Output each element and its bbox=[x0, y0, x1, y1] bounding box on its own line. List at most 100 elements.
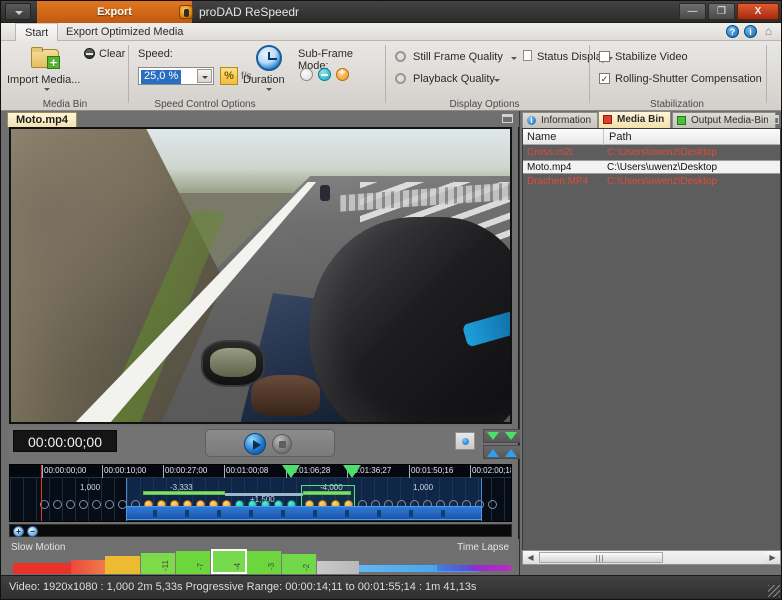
media-bin-horizontal-scrollbar[interactable]: ◀ ▶ bbox=[522, 550, 781, 565]
row-name: Cross.m2t bbox=[527, 146, 573, 160]
speed-input[interactable]: 25,0 % bbox=[138, 67, 214, 85]
scrollbar-thumb[interactable] bbox=[539, 552, 663, 563]
home-icon[interactable]: ⌂ bbox=[762, 25, 775, 38]
application-window: Export proDAD ReSpeedr — ❐ X Start Expor… bbox=[0, 0, 782, 600]
tab-information-label: Information bbox=[541, 115, 591, 126]
speed-input-value[interactable]: 25,0 % bbox=[141, 70, 181, 84]
curve-segment-green-1[interactable]: -11 bbox=[141, 553, 176, 574]
clock-icon[interactable] bbox=[256, 45, 282, 71]
clear-button[interactable]: Clear bbox=[99, 48, 125, 60]
speed-curve-segment-2[interactable] bbox=[225, 493, 303, 496]
stop-button[interactable] bbox=[272, 434, 292, 454]
preview-glove bbox=[251, 375, 321, 416]
row-path: C:\Users\uwenz\Desktop bbox=[607, 161, 717, 175]
playback-quality-chevron-down-icon[interactable] bbox=[494, 79, 500, 82]
resize-grip-icon[interactable] bbox=[768, 585, 780, 597]
preview-maximize-icon[interactable] bbox=[502, 114, 513, 123]
tab-export-optimized-media[interactable]: Export Optimized Media bbox=[57, 23, 192, 41]
ruler-label-6: 00:01:50;16 bbox=[409, 466, 453, 475]
red-square-icon bbox=[603, 115, 612, 124]
clear-icon[interactable] bbox=[84, 48, 95, 59]
row-path: C:\Users\uwenz\Desktop bbox=[607, 146, 717, 160]
video-preview[interactable] bbox=[9, 127, 512, 424]
status-text: Video: 1920x1080 : 1,000 2m 5,33s Progre… bbox=[9, 581, 476, 593]
duration-chevron-down-icon[interactable] bbox=[266, 88, 272, 91]
set-range-in-button[interactable] bbox=[483, 429, 523, 443]
still-frame-quality-button[interactable]: Still Frame Quality bbox=[413, 51, 503, 63]
slow-motion-label: Slow Motion bbox=[11, 542, 65, 553]
timeline-clip-strip[interactable] bbox=[126, 506, 482, 520]
ribbon-group-stabilization: Stabilize Video ✓ Rolling-Shutter Compen… bbox=[591, 41, 771, 111]
curve-value-3: -3 bbox=[267, 563, 276, 570]
quick-access-toolbar-button[interactable] bbox=[5, 3, 31, 20]
scroll-right-arrow-icon[interactable]: ▶ bbox=[765, 551, 780, 564]
percent-unit-toggle-button[interactable]: % bbox=[220, 67, 238, 85]
mark-out-up-icon bbox=[505, 449, 517, 457]
curve-segment-green-3[interactable]: -3 bbox=[247, 551, 282, 574]
editor-panel: Moto.mp4 00:00:00;00 bbox=[1, 111, 519, 577]
sub-frame-mode-off-radio[interactable] bbox=[300, 68, 313, 81]
table-row[interactable]: Drachen.MP4 C:\Users\uwenz\Desktop bbox=[523, 175, 780, 189]
range-marker-in[interactable] bbox=[282, 465, 300, 478]
close-button[interactable]: X bbox=[737, 3, 779, 20]
title-bar: Export proDAD ReSpeedr — ❐ X bbox=[1, 1, 782, 23]
curve-segment-magenta[interactable] bbox=[471, 565, 511, 571]
curve-segment-green-4[interactable]: -2 bbox=[282, 554, 317, 574]
timeline[interactable]: 00:00:00;00 00:00:10;00 00:00:27;00 00:0… bbox=[9, 464, 512, 522]
maximize-button[interactable]: ❐ bbox=[708, 3, 735, 20]
speed-curve-segment-1[interactable] bbox=[143, 491, 225, 495]
zoom-in-icon[interactable]: + bbox=[13, 526, 24, 537]
stabilize-video-checkbox[interactable] bbox=[599, 51, 610, 62]
zoom-out-icon[interactable]: − bbox=[27, 526, 38, 537]
preview-tab-moto[interactable]: Moto.mp4 bbox=[7, 112, 77, 127]
speed-dropdown-button[interactable] bbox=[197, 69, 212, 83]
column-header-name[interactable]: Name bbox=[523, 129, 556, 145]
folder-add-icon: + bbox=[31, 47, 61, 69]
curve-segment-red[interactable] bbox=[13, 563, 71, 574]
tab-media-bin[interactable]: Media Bin bbox=[598, 111, 671, 128]
group-title-display-options: Display Options bbox=[387, 99, 582, 110]
timeline-playhead[interactable] bbox=[41, 465, 42, 522]
table-row[interactable]: Moto.mp4 C:\Users\uwenz\Desktop bbox=[523, 160, 780, 174]
speed-label-4: 1,000 bbox=[413, 483, 433, 492]
row-path: C:\Users\uwenz\Desktop bbox=[607, 175, 717, 189]
import-media-chevron-down-icon[interactable] bbox=[44, 88, 50, 91]
stop-icon bbox=[279, 441, 286, 448]
range-marker-out[interactable] bbox=[343, 465, 361, 478]
curve-segment-grey[interactable] bbox=[317, 561, 359, 574]
tab-start[interactable]: Start bbox=[15, 23, 58, 41]
record-marker-button[interactable] bbox=[455, 432, 475, 450]
import-media-button[interactable]: Import Media... bbox=[7, 74, 80, 86]
ribbon-group-display-options: Still Frame Quality Status Display Playb… bbox=[387, 41, 590, 111]
ribbon-toolbar: + Import Media... Clear Media Bin Speed:… bbox=[1, 41, 782, 111]
export-tab-button[interactable]: Export bbox=[37, 1, 192, 23]
group-title-speed-control: Speed Control Options bbox=[75, 99, 335, 110]
curve-segment-green-selected[interactable]: -4 bbox=[211, 549, 247, 574]
column-header-path[interactable]: Path bbox=[605, 129, 632, 145]
sub-frame-mode-flow-radio[interactable] bbox=[336, 68, 349, 81]
gear-icon bbox=[395, 51, 406, 62]
minimize-button[interactable]: — bbox=[679, 3, 706, 20]
info-icon[interactable]: i bbox=[744, 25, 757, 38]
table-row[interactable]: Cross.m2t C:\Users\uwenz\Desktop bbox=[523, 146, 780, 160]
info-icon: i bbox=[527, 116, 536, 125]
set-range-out-button[interactable] bbox=[483, 445, 523, 459]
group-title-stabilization: Stabilization bbox=[591, 99, 763, 110]
timeline-zoom-bar[interactable]: + − bbox=[9, 524, 512, 537]
curve-segment-green-2[interactable]: -7 bbox=[176, 551, 211, 574]
scroll-left-arrow-icon[interactable]: ◀ bbox=[523, 551, 538, 564]
rolling-shutter-label[interactable]: Rolling-Shutter Compensation bbox=[615, 73, 762, 85]
duration-button[interactable]: Duration bbox=[243, 74, 285, 86]
tab-output-media-bin[interactable]: Output Media-Bin bbox=[672, 112, 776, 128]
media-bin-maximize-icon[interactable] bbox=[768, 115, 779, 124]
still-frame-quality-chevron-down-icon[interactable] bbox=[511, 57, 517, 60]
help-icon[interactable]: ? bbox=[726, 25, 739, 38]
rolling-shutter-checkbox[interactable]: ✓ bbox=[599, 73, 610, 84]
timeline-ruler[interactable]: 00:00:00;00 00:00:10;00 00:00:27;00 00:0… bbox=[10, 465, 511, 478]
playback-quality-button[interactable]: Playback Quality bbox=[413, 73, 495, 85]
curve-segment-yellow[interactable] bbox=[105, 556, 141, 574]
tab-information[interactable]: i Information bbox=[522, 112, 598, 128]
play-button[interactable] bbox=[244, 433, 266, 455]
sub-frame-mode-blend-radio[interactable] bbox=[318, 68, 331, 81]
stabilize-video-label[interactable]: Stabilize Video bbox=[615, 51, 688, 63]
